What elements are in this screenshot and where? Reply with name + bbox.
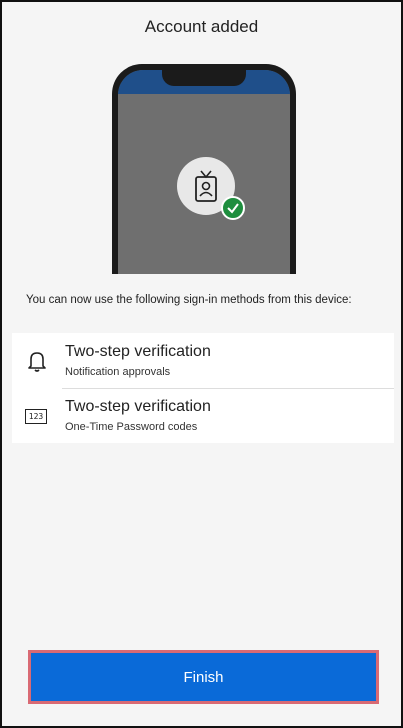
finish-button[interactable]: Finish bbox=[31, 653, 376, 701]
method-title: Two-step verification bbox=[65, 343, 211, 360]
method-notification-approvals: Two-step verification Notification appro… bbox=[12, 333, 394, 388]
bell-icon bbox=[24, 349, 50, 373]
check-icon bbox=[221, 196, 245, 220]
app-frame: Account added You can now use the follow… bbox=[0, 0, 403, 728]
phone-notch bbox=[162, 70, 246, 86]
code-123-icon-text: 123 bbox=[25, 409, 47, 424]
method-subtitle: One-Time Password codes bbox=[65, 421, 198, 433]
phone-screen bbox=[118, 70, 290, 274]
method-title: Two-step verification bbox=[65, 398, 211, 415]
sign-in-methods-description: You can now use the following sign-in me… bbox=[26, 294, 352, 306]
sign-in-methods-list: Two-step verification Notification appro… bbox=[12, 333, 394, 443]
method-one-time-password: 123 Two-step verification One-Time Passw… bbox=[12, 388, 394, 443]
phone-illustration bbox=[112, 64, 296, 274]
method-subtitle: Notification approvals bbox=[65, 366, 171, 378]
code-123-icon: 123 bbox=[24, 404, 50, 428]
page-title: Account added bbox=[144, 17, 259, 36]
